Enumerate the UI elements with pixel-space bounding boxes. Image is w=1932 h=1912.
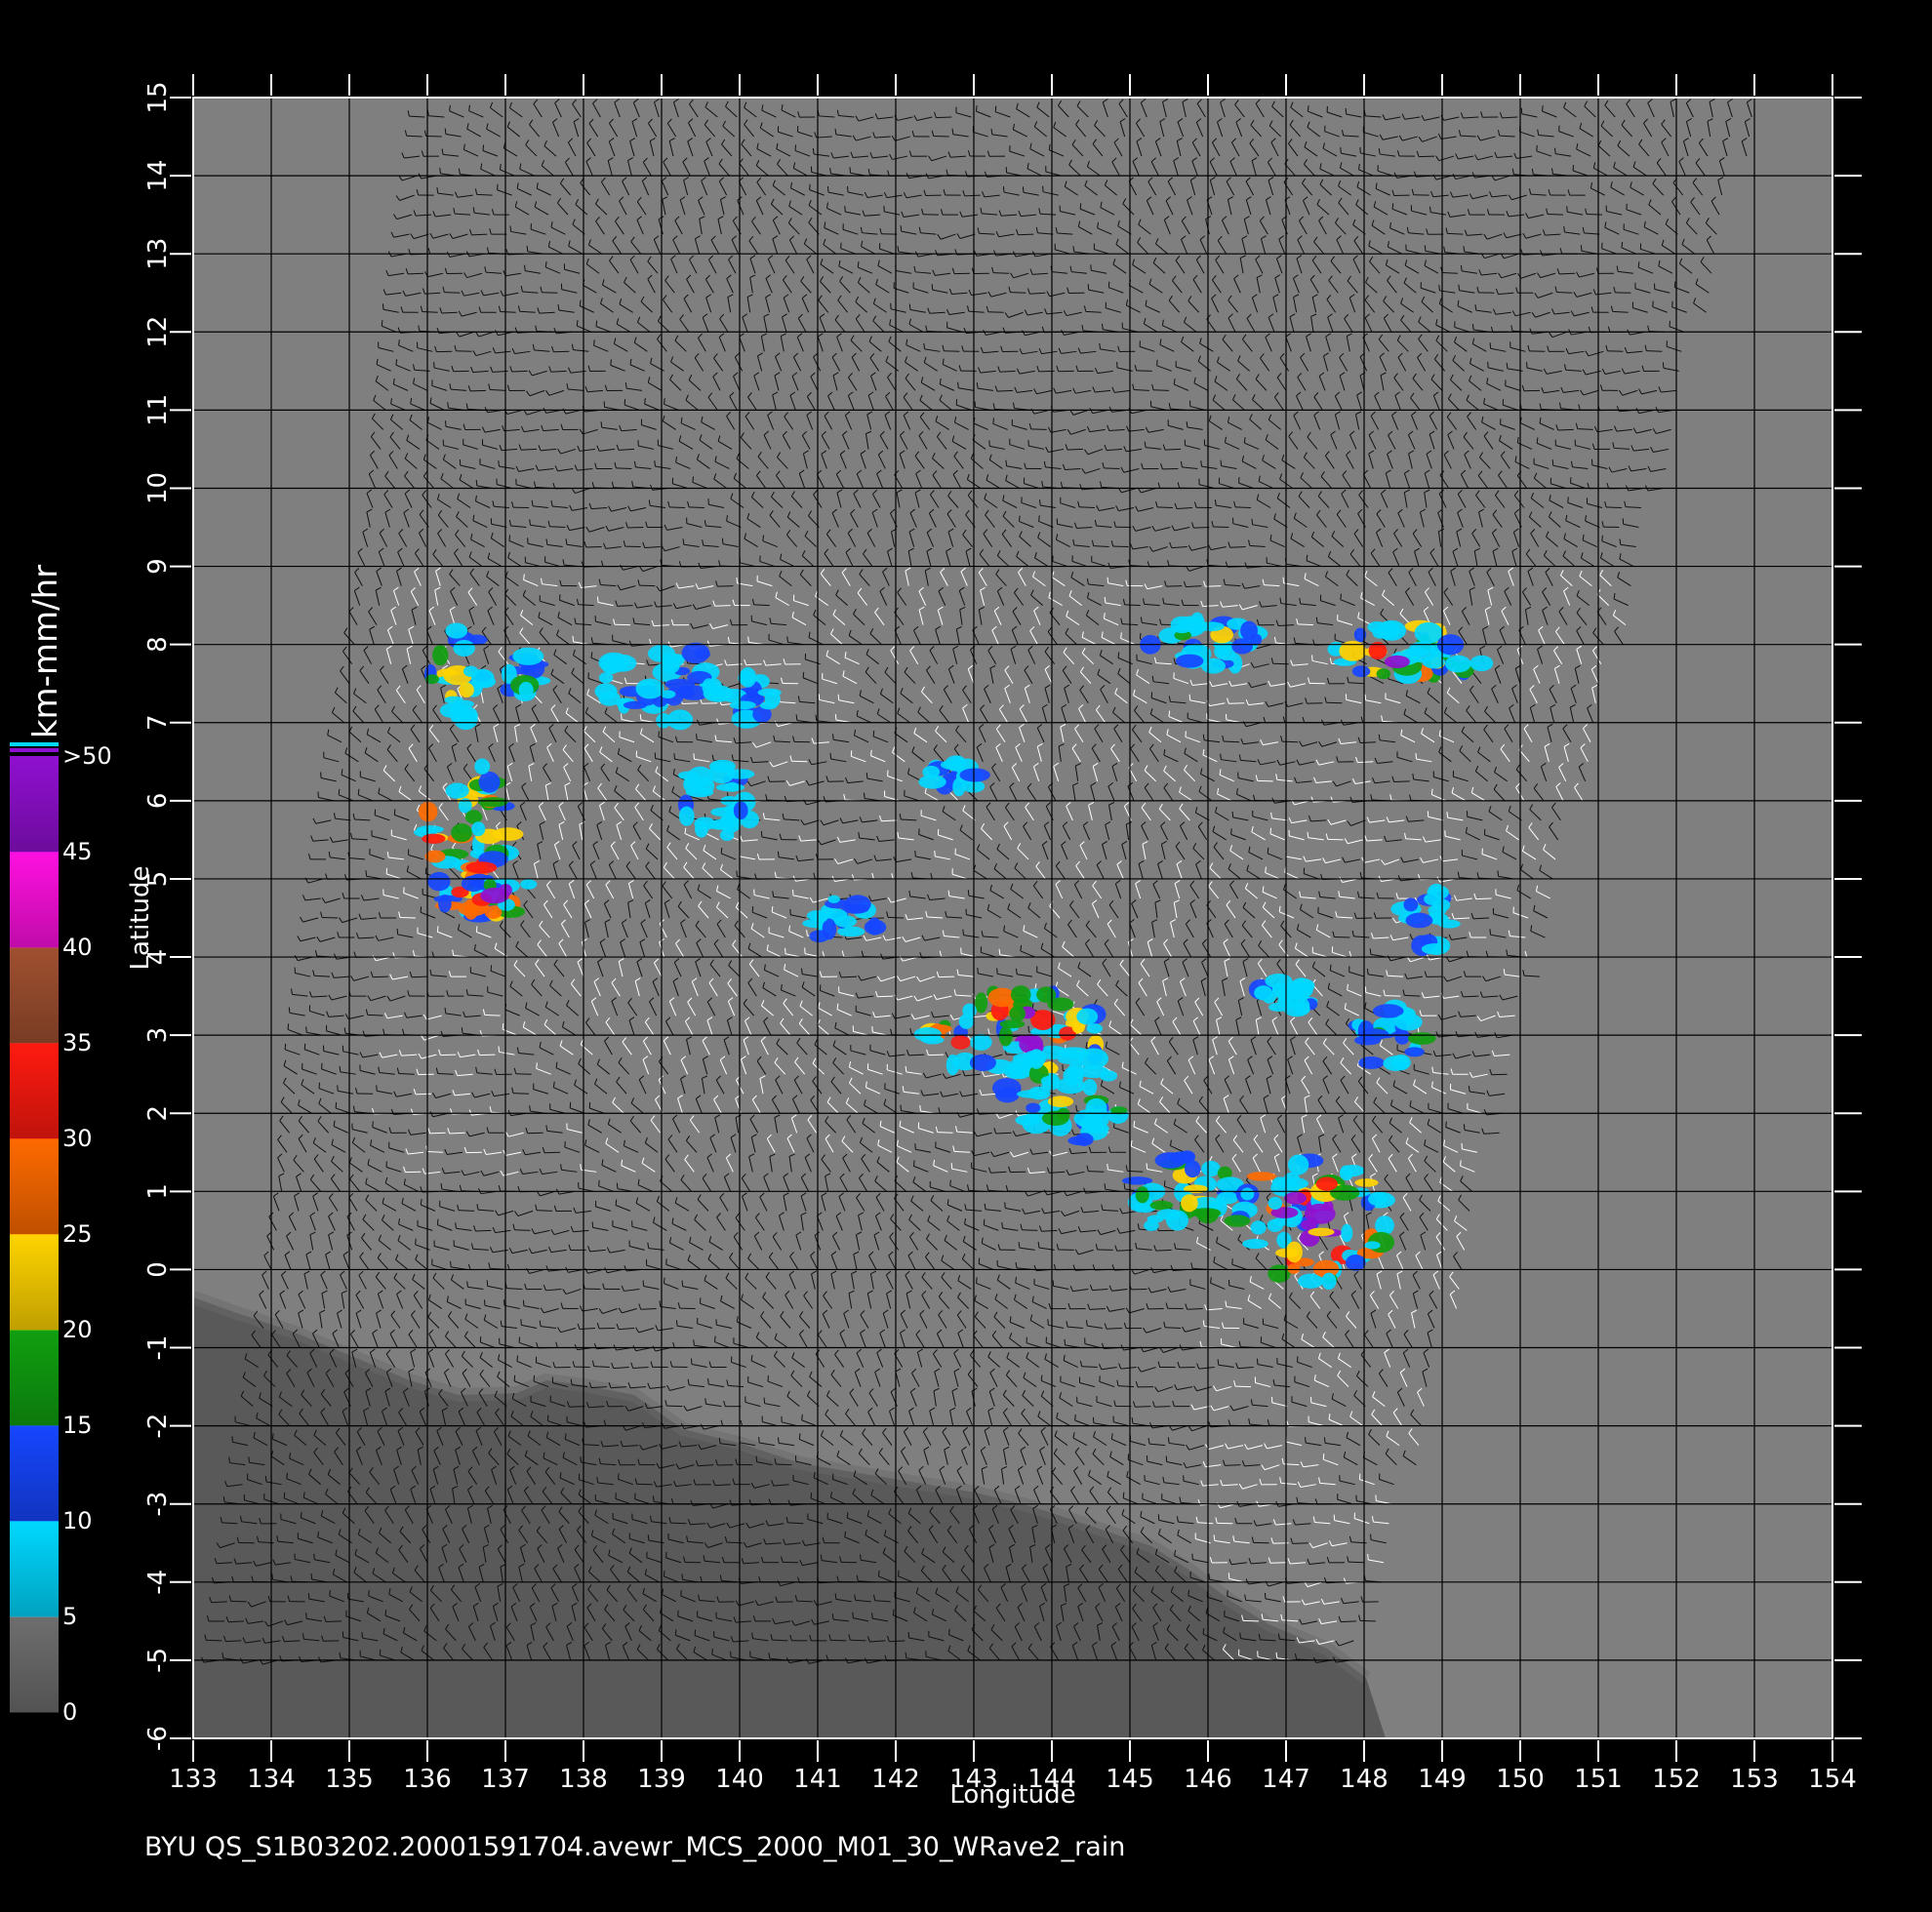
rain-wind-map: 133 134 135 136 137 138 139 140 141 142 143 144 145 1… [10,74,1862,1810]
plot-area [193,98,1832,1738]
